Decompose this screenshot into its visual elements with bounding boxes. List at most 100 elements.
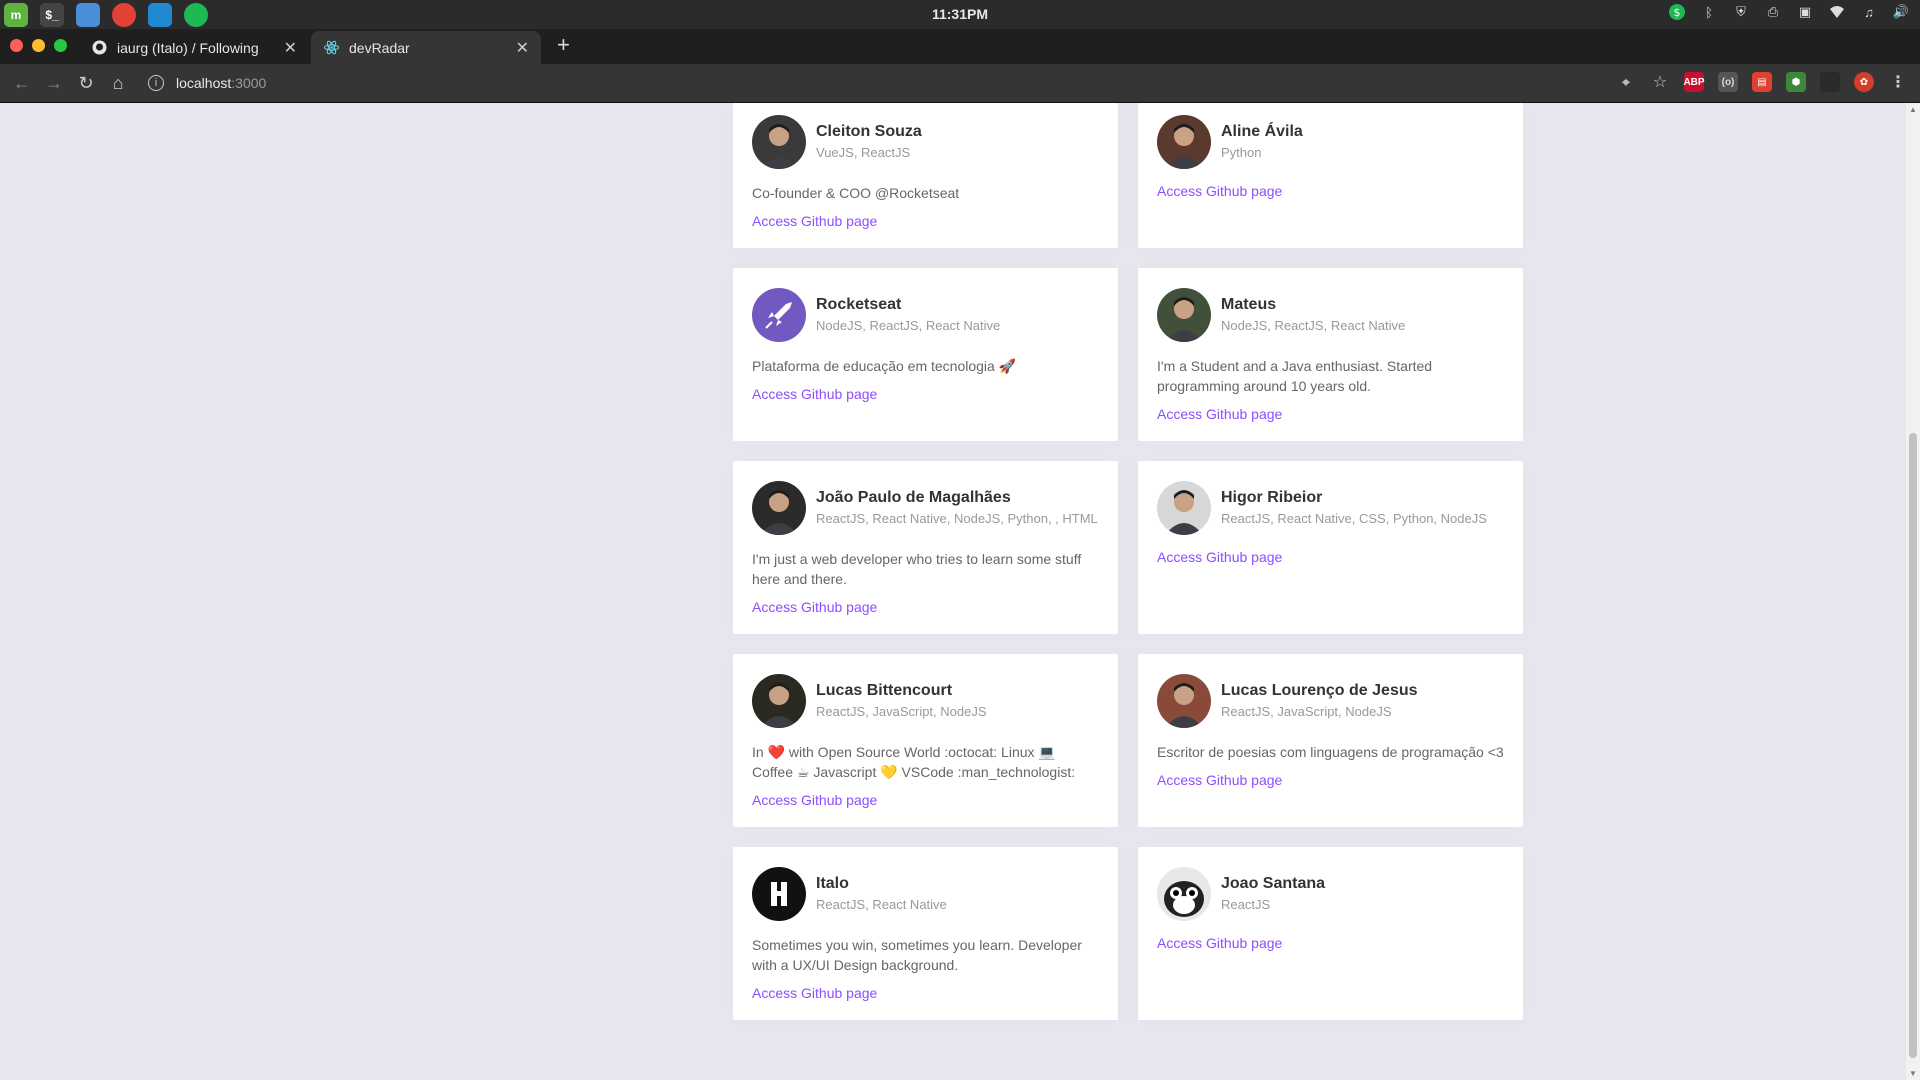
spotify-icon[interactable]	[184, 2, 208, 27]
url-host: localhost	[176, 75, 232, 91]
music-icon[interactable]: ♫	[1860, 3, 1878, 21]
dev-card: Joao Santana ReactJS Access Github page	[1138, 847, 1523, 1020]
dev-bio: Co-founder & COO @Rocketseat	[752, 185, 960, 201]
github-icon	[91, 40, 107, 56]
user-info: Cleiton Souza VueJS, ReactJS	[816, 122, 922, 162]
dev-bio: Plataforma de educação em tecnologia 🚀	[752, 358, 1017, 374]
avatar	[752, 115, 806, 169]
dev-card-header: Joao Santana ReactJS	[1157, 867, 1504, 921]
extension-icon[interactable]	[1820, 72, 1840, 92]
avatar	[1157, 288, 1211, 342]
shield-icon[interactable]: ⛨	[1732, 3, 1750, 21]
dev-techs: ReactJS	[1221, 897, 1271, 912]
dev-card-header: Lucas Lourenço de Jesus ReactJS, JavaScri…	[1157, 674, 1504, 728]
close-window-button[interactable]	[10, 39, 23, 52]
home-button[interactable]: ⌂	[102, 73, 134, 94]
dev-bio: Sometimes you win, sometimes you learn. …	[752, 937, 1082, 973]
dev-name: Aline Ávila	[1221, 123, 1303, 140]
vscode-icon[interactable]	[148, 2, 172, 27]
system-tray: $ ᛒ ⛨ ⎙ ▣ ♫ 🔊	[1668, 3, 1910, 21]
menu-kebab-icon[interactable]: ⋮	[1888, 72, 1908, 92]
close-tab-icon[interactable]: ✕	[284, 38, 297, 58]
dev-card: Cleiton Souza VueJS, ReactJS Co-founder & …	[733, 103, 1118, 248]
dev-bio: Escritor de poesias com linguagens de pr…	[1157, 744, 1504, 760]
github-page-link[interactable]: Access Github page	[1157, 935, 1504, 951]
user-info: Joao Santana ReactJS	[1221, 874, 1325, 914]
dev-card: Lucas Bittencourt ReactJS, JavaScript, No…	[733, 654, 1118, 827]
maximize-window-button[interactable]	[54, 39, 67, 52]
new-tab-button[interactable]: +	[543, 32, 584, 64]
files-icon[interactable]	[76, 2, 100, 27]
extension-icon[interactable]: (o)	[1718, 72, 1738, 92]
mint-menu-icon[interactable]: m	[4, 2, 28, 27]
address-bar[interactable]: i localhost:3000	[148, 75, 266, 91]
user-info: Higor Ribeior ReactJS, React Native, CSS,…	[1221, 488, 1487, 528]
profile-avatar[interactable]: ✿	[1854, 72, 1874, 92]
url-port: :3000	[231, 75, 267, 91]
user-info: Mateus NodeJS, ReactJS, React Native	[1221, 295, 1405, 335]
avatar	[752, 674, 806, 728]
nodejs-icon[interactable]: ⬢	[1786, 72, 1806, 92]
github-page-link[interactable]: Access Github page	[752, 213, 1099, 229]
back-button[interactable]: ←	[6, 73, 38, 94]
dev-card-header: Aline Ávila Python	[1157, 115, 1504, 169]
terminal-icon[interactable]: $_	[40, 2, 64, 27]
dev-techs: NodeJS, ReactJS, React Native	[1221, 318, 1406, 333]
tab-devradar[interactable]: devRadar ✕	[311, 31, 541, 64]
scroll-down-arrow[interactable]: ▼	[1909, 1069, 1917, 1078]
dev-name: João Paulo de Magalhães	[816, 489, 1011, 506]
window-controls	[0, 39, 79, 64]
avatar	[1157, 674, 1211, 728]
github-page-link[interactable]: Access Github page	[1157, 772, 1504, 788]
github-page-link[interactable]: Access Github page	[752, 792, 1099, 808]
location-icon[interactable]: ⌖	[1616, 72, 1636, 92]
dev-card-header: Cleiton Souza VueJS, ReactJS	[752, 115, 1099, 169]
github-page-link[interactable]: Access Github page	[752, 985, 1099, 1001]
github-page-link[interactable]: Access Github page	[752, 386, 1099, 402]
os-clock: 11:31PM	[931, 6, 989, 22]
dev-name: Lucas Lourenço de Jesus	[1221, 682, 1418, 699]
svg-text:$: $	[1674, 6, 1681, 19]
user-info: Lucas Bittencourt ReactJS, JavaScript, No…	[816, 681, 987, 721]
screenshot-icon[interactable]: ▣	[1796, 3, 1814, 21]
forward-button[interactable]: →	[38, 73, 70, 94]
page-scrollbar[interactable]: ▲ ▼	[1906, 103, 1920, 1080]
github-page-link[interactable]: Access Github page	[1157, 549, 1504, 565]
react-icon	[323, 40, 339, 56]
minimize-window-button[interactable]	[32, 39, 45, 52]
dev-card-header: Italo ReactJS, React Native	[752, 867, 1099, 921]
os-app-launcher: m $_	[0, 2, 208, 27]
volume-icon[interactable]: 🔊	[1892, 3, 1910, 21]
dev-name: Lucas Bittencourt	[816, 682, 953, 699]
extension-icon[interactable]: ▤	[1752, 72, 1772, 92]
bluetooth-icon[interactable]: ᛒ	[1700, 3, 1718, 21]
dev-card-header: João Paulo de Magalhães ReactJS, React Na…	[752, 481, 1099, 535]
close-tab-icon[interactable]: ✕	[516, 38, 529, 58]
avatar	[752, 288, 806, 342]
wifi-icon[interactable]	[1828, 3, 1846, 21]
printer-icon[interactable]: ⎙	[1764, 3, 1782, 21]
dev-name: Joao Santana	[1221, 875, 1326, 892]
site-info-icon[interactable]: i	[148, 75, 164, 91]
adblock-icon[interactable]: ABP	[1683, 72, 1705, 92]
user-info: João Paulo de Magalhães ReactJS, React Na…	[816, 488, 1098, 528]
dev-bio: I'm a Student and a Java enthusiast. Sta…	[1157, 358, 1433, 394]
dev-card: Lucas Lourenço de Jesus ReactJS, JavaScri…	[1138, 654, 1523, 827]
github-page-link[interactable]: Access Github page	[1157, 406, 1504, 422]
dev-name: Rocketseat	[816, 296, 902, 313]
browser-tab-strip: iaurg (Italo) / Following ✕ devRadar ✕ +	[0, 29, 1920, 64]
tray-app-icon[interactable]: $	[1668, 3, 1686, 21]
dev-card-header: Mateus NodeJS, ReactJS, React Native	[1157, 288, 1504, 342]
dev-techs: ReactJS, React Native, CSS, Python, Node…	[1221, 511, 1487, 526]
reload-button[interactable]: ↻	[70, 73, 102, 94]
chrome-icon[interactable]	[112, 2, 136, 27]
bookmark-star-icon[interactable]: ☆	[1650, 72, 1670, 92]
scroll-up-arrow[interactable]: ▲	[1909, 105, 1917, 114]
tab-github-following[interactable]: iaurg (Italo) / Following ✕	[79, 31, 309, 64]
github-page-link[interactable]: Access Github page	[752, 599, 1099, 615]
dev-techs: VueJS, ReactJS	[816, 145, 911, 160]
scrollbar-thumb[interactable]	[1909, 433, 1917, 1058]
dev-card: João Paulo de Magalhães ReactJS, React Na…	[733, 461, 1118, 634]
github-page-link[interactable]: Access Github page	[1157, 183, 1504, 199]
user-info: Lucas Lourenço de Jesus ReactJS, JavaScri…	[1221, 681, 1418, 721]
